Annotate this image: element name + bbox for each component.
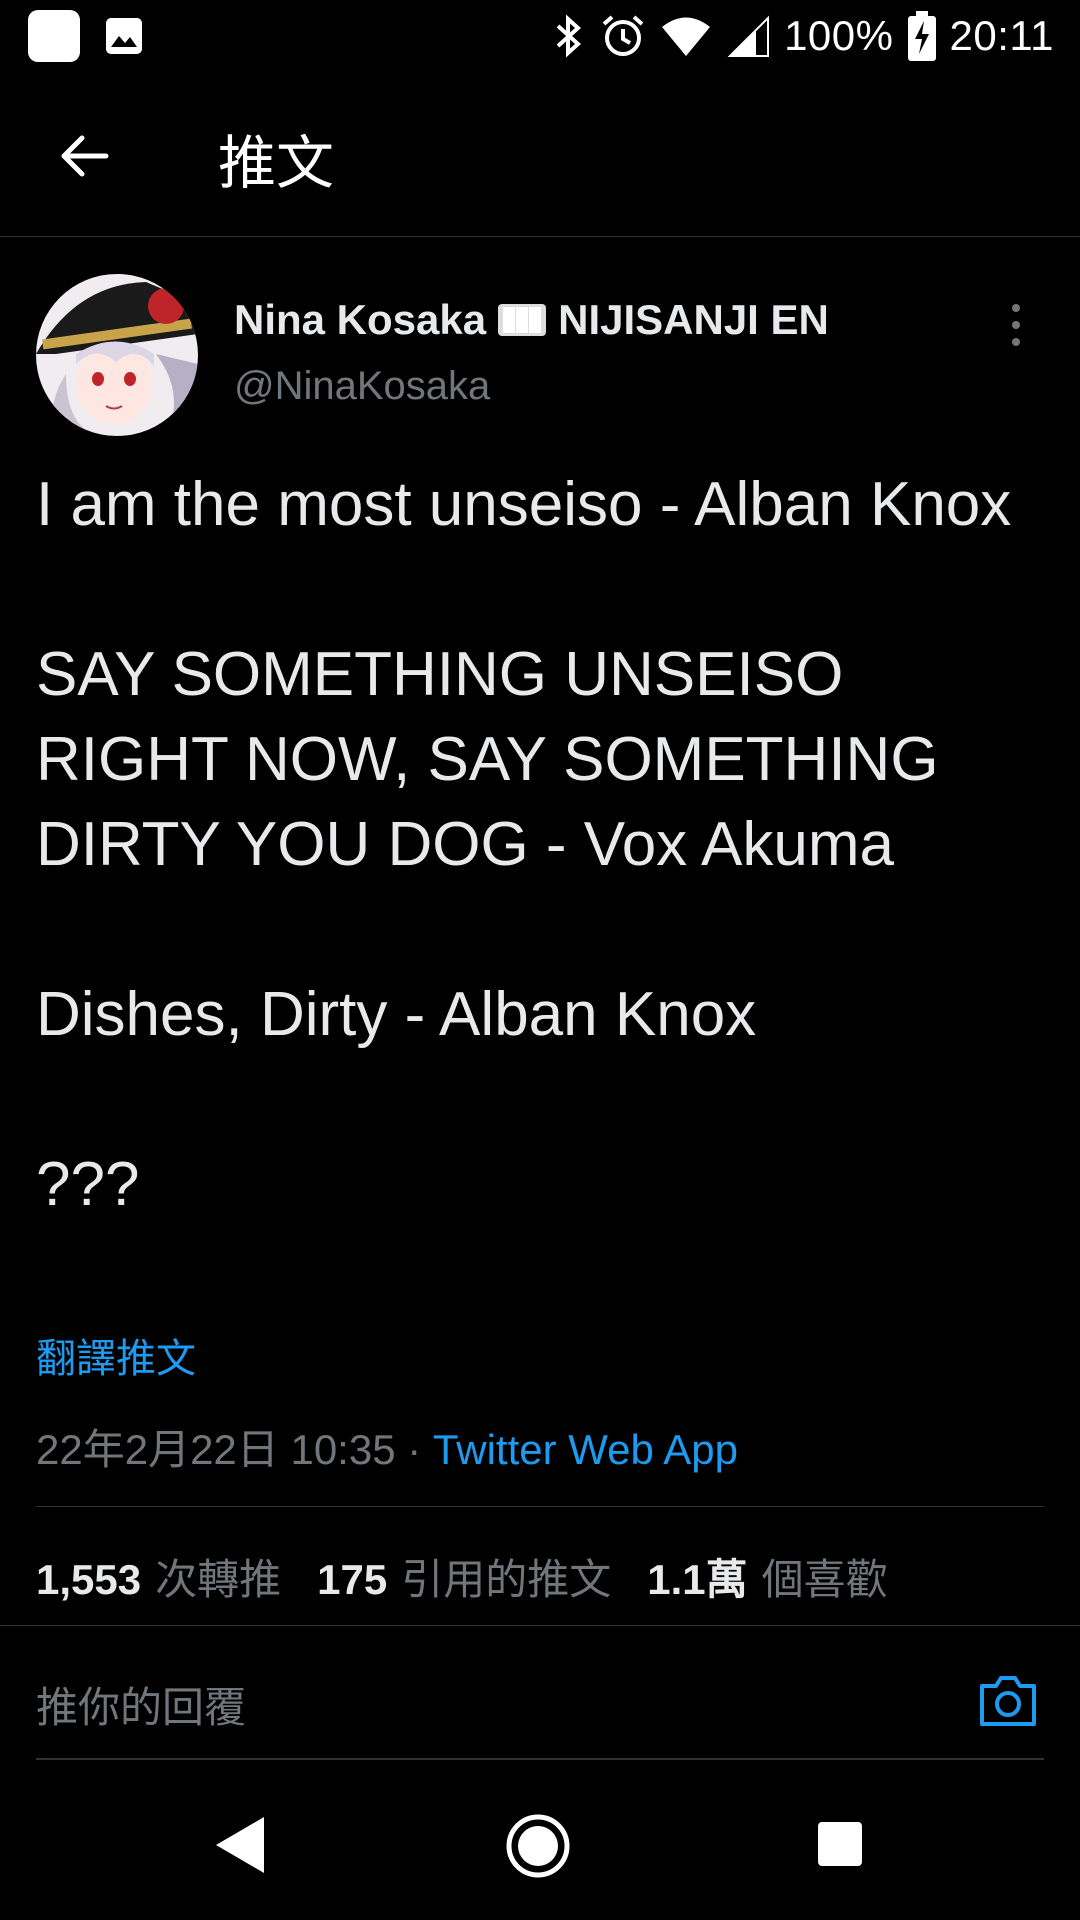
page-title: 推文 <box>218 131 335 196</box>
author-name-part1: Nina Kosaka <box>234 296 487 343</box>
quotes-stat[interactable]: 175 引用的推文 <box>317 1546 611 1607</box>
retweets-stat[interactable]: 1,553 次轉推 <box>36 1546 281 1607</box>
top-app-bar: 推文 <box>0 80 1080 237</box>
likes-stat[interactable]: 1.1萬 個喜歡 <box>647 1546 887 1607</box>
camera-icon[interactable] <box>976 1668 1040 1732</box>
divider <box>36 1506 1044 1507</box>
slot-machine-emoji <box>498 304 547 336</box>
nav-back-icon[interactable] <box>214 1815 266 1875</box>
signal-icon <box>727 15 770 57</box>
back-arrow-icon[interactable] <box>54 126 114 186</box>
app-icon <box>28 10 80 62</box>
status-bar: 100% 20:11 <box>0 0 1080 72</box>
divider <box>36 1758 1044 1760</box>
author-name[interactable]: Nina Kosaka NIJISANJI EN <box>234 296 829 344</box>
clock: 20:11 <box>949 12 1054 59</box>
reply-input[interactable]: 推你的回覆 <box>36 1674 246 1735</box>
system-nav-bar <box>0 1780 1080 1920</box>
meta-separator: · <box>395 1426 433 1473</box>
tweet-text: I am the most unseiso - Alban Knox SAY S… <box>36 470 1012 1219</box>
retweets-label: 次轉推 <box>155 1556 282 1603</box>
quotes-label: 引用的推文 <box>401 1556 612 1603</box>
engagement-stats: 1,553 次轉推 175 引用的推文 1.1萬 個喜歡 <box>36 1546 888 1607</box>
tweet-meta: 22年2月22日 10:35 · Twitter Web App <box>36 1416 738 1477</box>
image-notification-icon <box>106 18 142 54</box>
author-name-part2: NIJISANJI EN <box>558 296 829 343</box>
author-handle[interactable]: @NinaKosaka <box>234 364 490 409</box>
avatar[interactable] <box>36 274 198 436</box>
divider <box>0 1625 1080 1626</box>
quotes-count: 175 <box>317 1556 388 1603</box>
timestamp[interactable]: 22年2月22日 10:35 <box>36 1426 396 1473</box>
source-app-link[interactable]: Twitter Web App <box>433 1426 738 1473</box>
bluetooth-icon <box>556 14 582 58</box>
wifi-icon <box>662 17 711 56</box>
battery-charging-icon <box>907 11 936 61</box>
nav-home-icon[interactable] <box>506 1814 570 1878</box>
nav-recents-icon[interactable] <box>818 1822 862 1866</box>
translate-tweet-link[interactable]: 翻譯推文 <box>36 1326 196 1384</box>
more-vertical-icon[interactable] <box>1010 304 1022 348</box>
alarm-icon <box>602 15 644 56</box>
battery-percent: 100% <box>784 12 894 59</box>
likes-count: 1.1萬 <box>647 1556 748 1603</box>
likes-label: 個喜歡 <box>761 1556 888 1603</box>
retweets-count: 1,553 <box>36 1556 142 1603</box>
